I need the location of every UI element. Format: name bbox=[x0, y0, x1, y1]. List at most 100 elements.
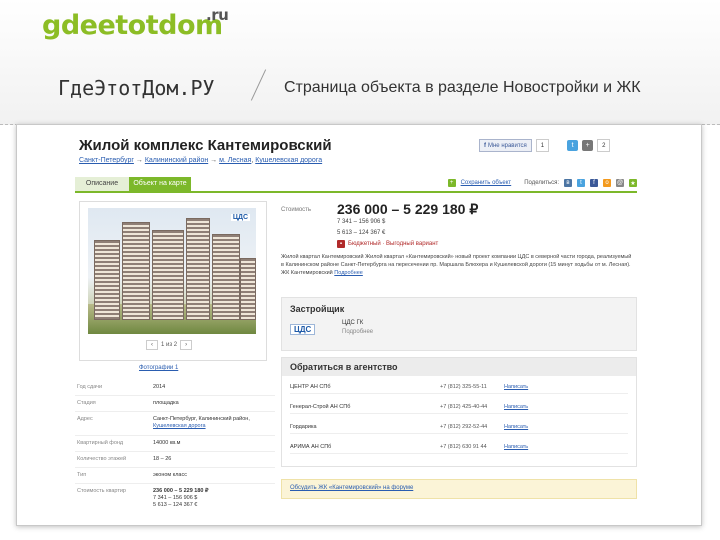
param-key: Квартирный фонд bbox=[77, 440, 124, 446]
save-icon: + bbox=[447, 179, 456, 187]
param-row: Тип эконом класс bbox=[75, 469, 275, 484]
crumb-separator: → bbox=[210, 157, 218, 164]
social-likes: f Мне нравится 1 t + 2 bbox=[479, 139, 611, 152]
crumb-street[interactable]: Кушелевская дорога bbox=[255, 157, 322, 164]
param-key: Адрес bbox=[77, 416, 93, 422]
tower-block bbox=[212, 234, 240, 320]
crumb-separator: → bbox=[135, 157, 143, 164]
slide-title: Страница объекта в разделе Новостройки и… bbox=[284, 79, 641, 96]
price-feed-text[interactable]: Бюджетный · Выгодный вариант bbox=[348, 241, 438, 247]
param-key: Тип bbox=[77, 472, 87, 478]
agency-phone: +7 (812) 325-55-11 bbox=[440, 384, 487, 390]
tower-block bbox=[94, 240, 120, 320]
agency-name[interactable]: АРИМА АН СПб bbox=[290, 444, 331, 450]
vk-icon[interactable]: в bbox=[564, 179, 572, 187]
agency-name[interactable]: Гордарика bbox=[290, 424, 317, 430]
feed-icon: ▪ bbox=[337, 240, 345, 248]
param-value: 14000 кв.м bbox=[153, 440, 181, 446]
agency-row: Генерал-Строй АН СПб +7 (812) 425-40-44 … bbox=[290, 402, 628, 414]
tower-block bbox=[122, 222, 150, 320]
param-key: Стоимость квартир bbox=[77, 488, 126, 494]
param-row: Количество этажей 18 – 26 bbox=[75, 453, 275, 468]
agencies-heading: Обратиться в агентство bbox=[290, 362, 398, 372]
param-value: площадка bbox=[153, 400, 179, 406]
object-description: Жилой квартал Кантемировский Жилой кварт… bbox=[281, 253, 635, 277]
fb-like-button[interactable]: f Мне нравится bbox=[479, 139, 532, 152]
agency-phone: +7 (812) 292-52-44 bbox=[440, 424, 488, 430]
price-range: 236 000 – 5 229 180 ₽ bbox=[337, 201, 479, 217]
next-photo-button[interactable]: › bbox=[180, 340, 193, 350]
odnoklassniki-icon[interactable]: о bbox=[603, 179, 611, 187]
param-key: Количество этажей bbox=[77, 456, 127, 462]
gdeetotdom-logo: gdeetotdom .ru bbox=[42, 6, 229, 41]
prev-photo-button[interactable]: ‹ bbox=[146, 340, 158, 350]
twitter-share-icon[interactable]: t bbox=[577, 179, 585, 187]
price-usd: 7 341 – 156 906 $ bbox=[337, 219, 386, 225]
forum-discuss-link[interactable]: Обсудить ЖК «Кантемировский» на форуме bbox=[290, 485, 413, 491]
param-value: 18 – 26 bbox=[153, 456, 172, 462]
developer-logo[interactable]: ЦДС bbox=[290, 324, 316, 335]
developer-more[interactable]: Подробнее bbox=[342, 329, 373, 335]
page-screenshot: Жилой комплекс Кантемировский Санкт-Пете… bbox=[16, 124, 702, 526]
description-more-link[interactable]: Подробнее bbox=[334, 270, 363, 276]
photo-pager: ‹ 1 из 2 › bbox=[146, 340, 193, 350]
agency-write-link[interactable]: Написать bbox=[504, 424, 528, 430]
building-photo[interactable]: ЦДС bbox=[88, 208, 256, 334]
address-link[interactable]: Кушелевская дорога bbox=[153, 423, 206, 429]
agency-row: АРИМА АН СПб +7 (812) 630 91 44 Написать bbox=[290, 442, 628, 454]
fb-like-count: 1 bbox=[535, 139, 550, 152]
breadcrumb: Санкт-Петербург → Калининский район → м.… bbox=[79, 157, 323, 164]
param-key: Стадия bbox=[77, 400, 96, 406]
facebook-share-icon[interactable]: f bbox=[590, 179, 598, 187]
page-title: Жилой комплекс Кантемировский bbox=[79, 137, 332, 154]
tower-block bbox=[186, 218, 210, 320]
tab-bar: Описание Объект на карте + Сохранить объ… bbox=[75, 177, 637, 193]
param-value: 236 000 – 5 229 180 ₽ 7 341 – 156 906 $ … bbox=[153, 488, 209, 509]
agency-write-link[interactable]: Написать bbox=[504, 404, 528, 410]
price-eur: 5 613 – 124 367 € bbox=[337, 230, 386, 236]
flat-price-usd: 7 341 – 156 906 $ bbox=[153, 495, 198, 501]
tower-block bbox=[152, 230, 184, 320]
forum-discuss-banner: Обсудить ЖК «Кантемировский» на форуме bbox=[281, 479, 637, 499]
logo-text: gdeetotdom bbox=[42, 10, 223, 41]
bookmark-icon[interactable]: ★ bbox=[629, 179, 637, 187]
crumb-metro[interactable]: м. Лесная bbox=[219, 157, 251, 164]
share-label: Поделиться: bbox=[524, 180, 559, 186]
mail-icon[interactable]: @ bbox=[616, 179, 624, 187]
param-value: Санкт-Петербург, Калининский район, Куше… bbox=[153, 416, 250, 430]
flat-price-rub: 236 000 – 5 229 180 ₽ bbox=[153, 488, 209, 494]
agency-write-link[interactable]: Написать bbox=[504, 384, 528, 390]
param-value: эконом класс bbox=[153, 472, 187, 478]
object-page: Жилой комплекс Кантемировский Санкт-Пете… bbox=[69, 125, 639, 525]
photos-link[interactable]: Фотографии 1 bbox=[139, 365, 178, 371]
developer-name[interactable]: ЦДС ГК bbox=[342, 320, 363, 326]
tab-description[interactable]: Описание bbox=[75, 177, 129, 191]
param-row: Квартирный фонд 14000 кв.м bbox=[75, 437, 275, 452]
agency-write-link[interactable]: Написать bbox=[504, 444, 528, 450]
fb-icon: f bbox=[484, 142, 486, 149]
developer-heading: Застройщик bbox=[290, 304, 345, 314]
crumb-city[interactable]: Санкт-Петербург bbox=[79, 157, 134, 164]
logo-ru: .ru bbox=[206, 6, 229, 24]
agencies-box: Обратиться в агентство ЦЕНТР АН СПб +7 (… bbox=[281, 357, 637, 467]
tab-map[interactable]: Объект на карте bbox=[129, 177, 191, 191]
site-name: ГдеЭтотДом.РУ bbox=[58, 76, 215, 100]
agency-row: Гордарика +7 (812) 292-52-44 Написать bbox=[290, 422, 628, 434]
developer-box: Застройщик ЦДС ЦДС ГК Подробнее bbox=[281, 297, 637, 351]
gplus-icon[interactable]: + bbox=[582, 140, 594, 151]
agencies-header: Обратиться в агентство bbox=[282, 358, 636, 376]
param-key: Год сдачи bbox=[77, 384, 103, 390]
save-object-link[interactable]: Сохранить объект bbox=[461, 180, 512, 186]
object-actions: + Сохранить объект Поделиться: в t f о @… bbox=[447, 179, 637, 187]
plusone-count: 2 bbox=[597, 139, 611, 152]
twitter-icon[interactable]: t bbox=[567, 140, 579, 151]
agency-phone: +7 (812) 630 91 44 bbox=[440, 444, 487, 450]
param-row: Стадия площадка bbox=[75, 397, 275, 412]
crumb-district[interactable]: Калининский район bbox=[145, 157, 208, 164]
fb-like-label: Мне нравится bbox=[488, 142, 527, 149]
agency-name[interactable]: Генерал-Строй АН СПб bbox=[290, 404, 350, 410]
agency-name[interactable]: ЦЕНТР АН СПб bbox=[290, 384, 331, 390]
flat-price-eur: 5 613 – 124 367 € bbox=[153, 502, 198, 508]
photo-brand-logo: ЦДС bbox=[230, 214, 250, 221]
address-text: Санкт-Петербург, Калининский район, bbox=[153, 416, 250, 422]
